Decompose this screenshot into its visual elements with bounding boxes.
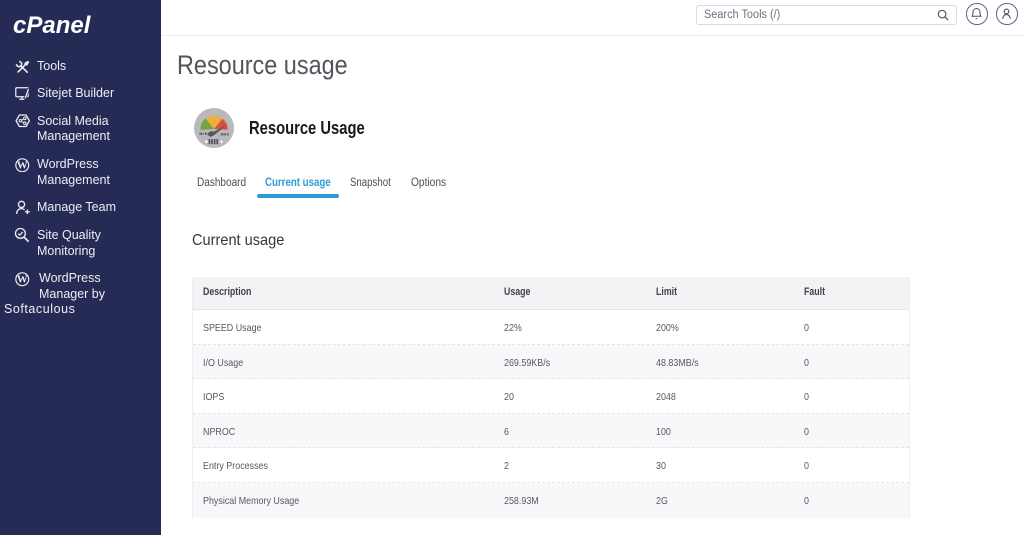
svg-text:MIN: MIN (199, 132, 207, 136)
svg-text:W: W (17, 159, 28, 171)
svg-text:MAX: MAX (221, 132, 230, 136)
svg-text:W: W (17, 274, 28, 286)
